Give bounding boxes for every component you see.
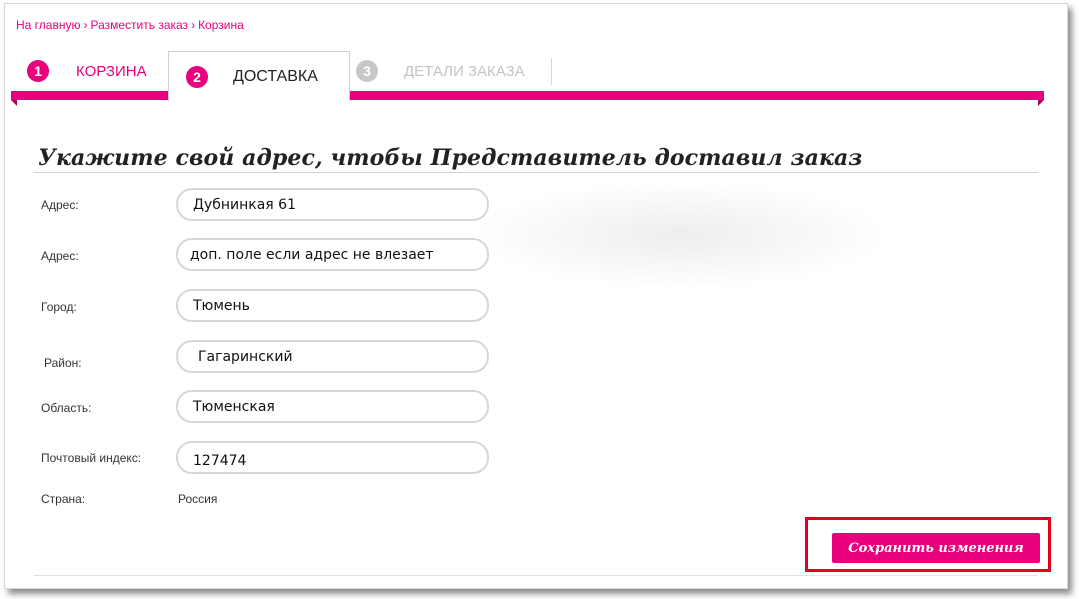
address2-input[interactable]: [176, 238, 489, 271]
city-label: Город:: [41, 300, 77, 314]
address1-label: Адрес:: [41, 198, 79, 212]
breadcrumb-separator: ›: [83, 18, 88, 32]
breadcrumb-cart[interactable]: Корзина: [198, 18, 244, 32]
region-label: Область:: [41, 401, 92, 415]
tab-delivery[interactable]: 2 ДОСТАВКА: [168, 51, 350, 101]
background-glow: [470, 180, 890, 290]
city-input[interactable]: [176, 289, 489, 322]
heading-divider: [34, 172, 1038, 173]
postcode-input[interactable]: [176, 441, 489, 474]
tab-order-details-label: ДЕТАЛИ ЗАКАЗА: [404, 62, 525, 80]
tab-cart[interactable]: 1 КОРЗИНА: [27, 57, 147, 85]
breadcrumb-home[interactable]: На главную: [16, 18, 80, 32]
step-number-badge: 3: [356, 60, 378, 82]
district-label: Район:: [44, 356, 82, 370]
tab-bar-line: [11, 91, 1044, 106]
breadcrumb: На главную › Разместить заказ › Корзина: [16, 18, 244, 32]
address2-label: Адрес:: [41, 249, 79, 263]
tab-order-details[interactable]: 3 ДЕТАЛИ ЗАКАЗА: [356, 57, 525, 85]
country-value: Россия: [178, 492, 218, 506]
tab-delivery-label: ДОСТАВКА: [233, 67, 318, 85]
breadcrumb-place-order[interactable]: Разместить заказ: [90, 18, 188, 32]
tab-cart-label: КОРЗИНА: [76, 62, 147, 80]
footer-divider: [34, 575, 1038, 576]
breadcrumb-separator: ›: [191, 18, 196, 32]
step-number-badge: 2: [186, 65, 208, 88]
region-input[interactable]: [176, 390, 489, 423]
district-input[interactable]: [176, 340, 489, 373]
country-label: Страна:: [41, 492, 86, 506]
page-title: Укажите свой адрес, чтобы Представитель …: [38, 144, 863, 171]
save-changes-button[interactable]: Сохранить изменения: [832, 533, 1040, 563]
step-number-badge: 1: [27, 60, 49, 82]
address1-input[interactable]: [176, 188, 489, 221]
postcode-label: Почтовый индекс:: [41, 451, 142, 465]
save-button-highlight: Сохранить изменения: [805, 517, 1051, 572]
tab-divider: [551, 58, 552, 85]
